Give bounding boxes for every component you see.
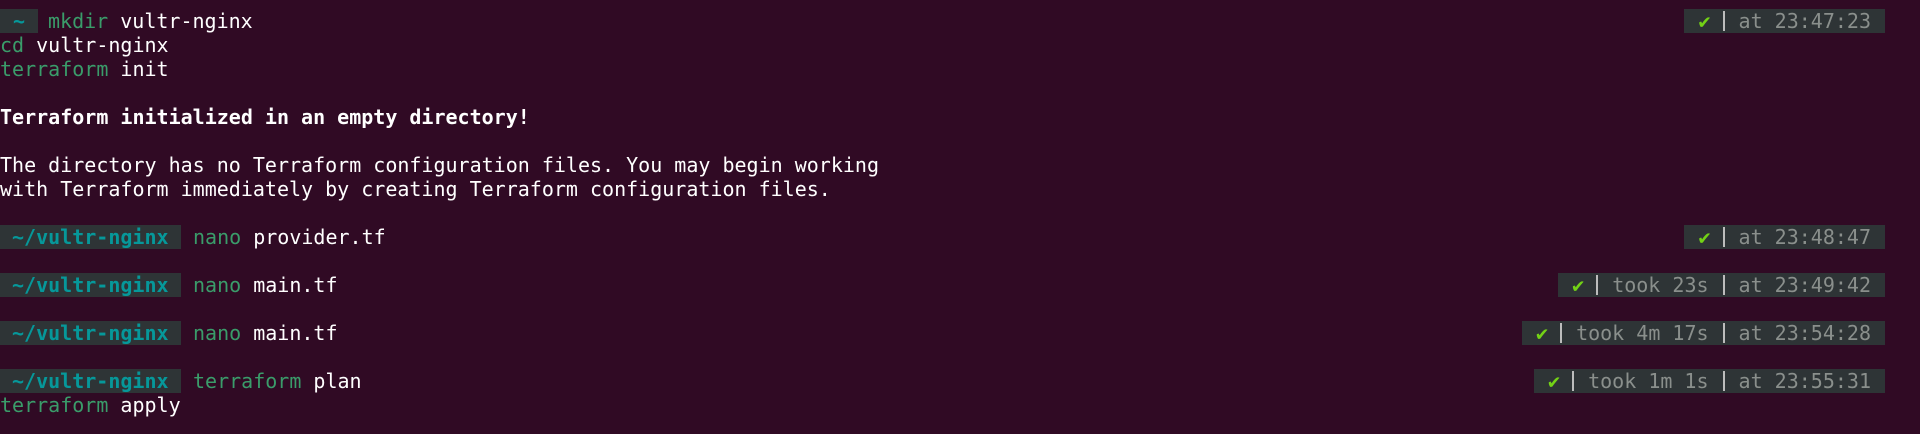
at-label: at bbox=[1738, 225, 1763, 249]
right-prompt: ✔ at 23:48:47 bbox=[1684, 225, 1885, 249]
prompt-line: ~/vultr-nginx nano main.tf ✔ took 23s at… bbox=[0, 273, 1920, 297]
command-name: nano bbox=[193, 321, 242, 345]
right-prompt: ✔ took 23s at 23:49:42 bbox=[1558, 273, 1885, 297]
took-label: took bbox=[1588, 369, 1637, 393]
command-text: mkdir vultr-nginx bbox=[48, 9, 253, 33]
timestamp: at 23:48:47 bbox=[1725, 225, 1885, 249]
command-name: nano bbox=[193, 225, 242, 249]
command-args: init bbox=[120, 57, 169, 81]
command-name: mkdir bbox=[48, 9, 109, 33]
command-name: terraform bbox=[0, 57, 109, 81]
duration-value: 4m 17s bbox=[1636, 321, 1709, 345]
output-heading: Terraform initialized in an empty direct… bbox=[0, 105, 530, 129]
timestamp: at 23:49:42 bbox=[1725, 273, 1885, 297]
right-prompt: ✔ took 1m 1s at 23:55:31 bbox=[1534, 369, 1885, 393]
output-line: The directory has no Terraform configura… bbox=[0, 153, 879, 177]
terminal-window[interactable]: ~ mkdir vultr-nginx ✔ at 23:47:23 cd vul… bbox=[0, 0, 1920, 434]
right-prompt: ✔ at 23:47:23 bbox=[1684, 9, 1885, 33]
prompt-directory: ~/vultr-nginx bbox=[0, 321, 181, 345]
time-value: 23:47:23 bbox=[1774, 9, 1871, 33]
command-args: plan bbox=[313, 369, 362, 393]
prompt-line: ~/vultr-nginx nano main.tf ✔ took 4m 17s… bbox=[0, 321, 1920, 345]
command-args: vultr-nginx bbox=[36, 33, 169, 57]
time-value: 23:48:47 bbox=[1774, 225, 1871, 249]
command-text: terraform plan bbox=[193, 369, 362, 393]
command-name: cd bbox=[0, 33, 25, 57]
command-line: terraform init bbox=[0, 57, 169, 81]
timestamp: at 23:47:23 bbox=[1725, 9, 1885, 33]
at-label: at bbox=[1738, 369, 1763, 393]
time-value: 23:49:42 bbox=[1774, 273, 1871, 297]
prompt-line: ~/vultr-nginx nano provider.tf ✔ at 23:4… bbox=[0, 225, 1920, 249]
duration: took 4m 17s bbox=[1562, 321, 1722, 345]
duration-value: 1m 1s bbox=[1648, 369, 1709, 393]
prompt-line: ~/vultr-nginx terraform plan ✔ took 1m 1… bbox=[0, 369, 1920, 393]
command-name: nano bbox=[193, 273, 242, 297]
output-line: with Terraform immediately by creating T… bbox=[0, 177, 831, 201]
prompt-directory: ~/vultr-nginx bbox=[0, 225, 181, 249]
at-label: at bbox=[1738, 273, 1763, 297]
took-label: took bbox=[1612, 273, 1661, 297]
command-line[interactable]: terraform apply bbox=[0, 393, 181, 417]
command-args: main.tf bbox=[253, 321, 338, 345]
command-name: terraform bbox=[0, 393, 109, 417]
check-mark-icon: ✔ bbox=[1548, 369, 1561, 393]
prompt-directory: ~/vultr-nginx bbox=[0, 369, 181, 393]
command-name: terraform bbox=[193, 369, 302, 393]
command-args: main.tf bbox=[253, 273, 338, 297]
command-args: apply bbox=[120, 393, 181, 417]
command-text: nano main.tf bbox=[193, 273, 338, 297]
at-label: at bbox=[1738, 9, 1763, 33]
prompt-directory: ~/vultr-nginx bbox=[0, 273, 181, 297]
time-value: 23:55:31 bbox=[1774, 369, 1871, 393]
check-mark-icon: ✔ bbox=[1572, 273, 1585, 297]
prompt-directory: ~ bbox=[0, 9, 38, 33]
timestamp: at 23:54:28 bbox=[1725, 321, 1885, 345]
command-text: nano main.tf bbox=[193, 321, 338, 345]
duration: took 1m 1s bbox=[1574, 369, 1722, 393]
right-prompt: ✔ took 4m 17s at 23:54:28 bbox=[1522, 321, 1885, 345]
time-value: 23:54:28 bbox=[1774, 321, 1871, 345]
command-args: provider.tf bbox=[253, 225, 386, 249]
at-label: at bbox=[1738, 321, 1763, 345]
check-mark-icon: ✔ bbox=[1536, 321, 1549, 345]
took-label: took bbox=[1576, 321, 1625, 345]
command-args: vultr-nginx bbox=[120, 9, 253, 33]
check-mark-icon: ✔ bbox=[1698, 9, 1711, 33]
duration-value: 23s bbox=[1672, 273, 1709, 297]
timestamp: at 23:55:31 bbox=[1725, 369, 1885, 393]
command-line: cd vultr-nginx bbox=[0, 33, 169, 57]
check-mark-icon: ✔ bbox=[1698, 225, 1711, 249]
prompt-line: ~ mkdir vultr-nginx ✔ at 23:47:23 bbox=[0, 9, 1920, 33]
duration: took 23s bbox=[1598, 273, 1722, 297]
command-text: nano provider.tf bbox=[193, 225, 386, 249]
